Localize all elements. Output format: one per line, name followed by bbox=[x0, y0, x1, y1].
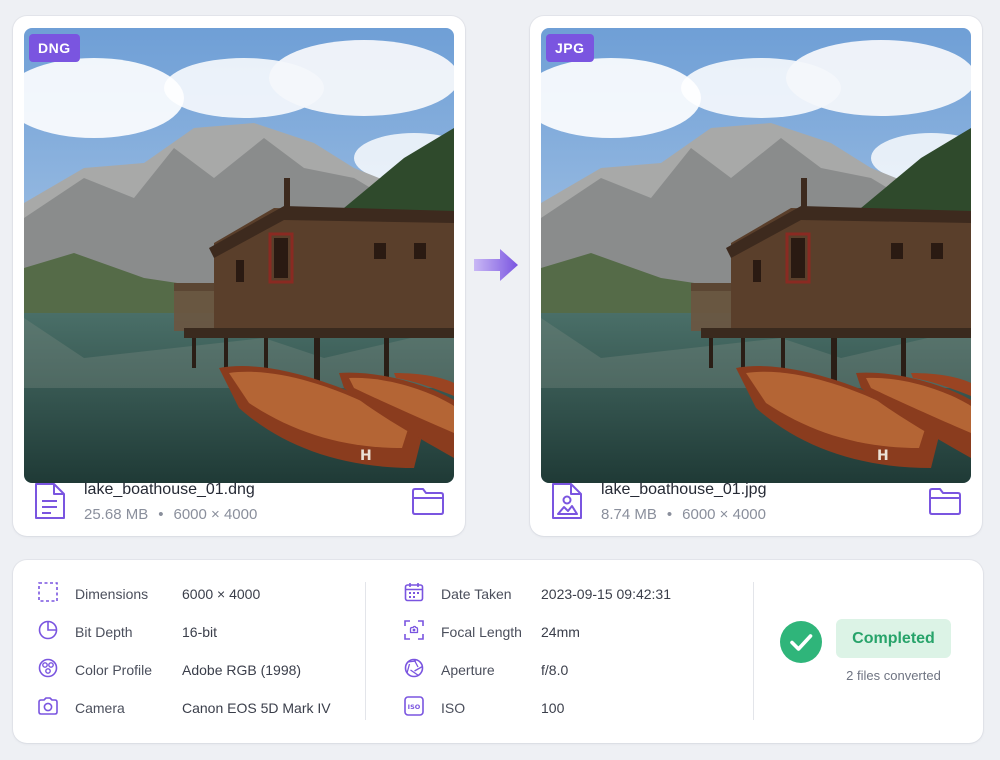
metadata-column-image: Dimensions 6000 × 4000 Bit Depth 16-bit … bbox=[37, 574, 357, 726]
output-image-preview[interactable]: JPG bbox=[541, 28, 971, 483]
metadata-row-iso: ISO ISO 100 bbox=[403, 688, 743, 726]
metadata-label: Camera bbox=[75, 700, 125, 716]
file-meta: lake_boathouse_01.dng 25.68 MB • 6000 × 40… bbox=[33, 479, 445, 535]
metadata-row-date-taken: Date Taken 2023-09-15 09:42:31 bbox=[403, 574, 743, 612]
separator: • bbox=[158, 506, 164, 523]
metadata-label: Dimensions bbox=[75, 586, 149, 602]
metadata-label: Date Taken bbox=[441, 586, 512, 602]
success-check-icon bbox=[780, 621, 822, 663]
folder-icon[interactable] bbox=[928, 487, 962, 515]
metadata-value: 6000 × 4000 bbox=[182, 586, 261, 602]
dimensions-icon bbox=[38, 582, 58, 602]
metadata-label: Color Profile bbox=[75, 662, 153, 678]
iso-icon: ISO bbox=[404, 696, 424, 716]
metadata-row-dimensions: Dimensions 6000 × 4000 bbox=[37, 574, 357, 612]
metadata-value: f/8.0 bbox=[541, 662, 569, 678]
metadata-label: Focal Length bbox=[441, 624, 522, 640]
convert-arrow-icon bbox=[474, 249, 518, 281]
file-size: 25.68 MB bbox=[84, 506, 149, 523]
document-icon bbox=[35, 483, 65, 519]
metadata-column-capture: Date Taken 2023-09-15 09:42:31 Focal Len… bbox=[403, 574, 743, 726]
color-profile-icon bbox=[38, 658, 58, 678]
focal-length-icon bbox=[404, 620, 424, 640]
output-file-card: JPG lake_boathouse_01.jpg 8.74 MB • 6000 ×… bbox=[530, 16, 982, 536]
metadata-value: Adobe RGB (1998) bbox=[182, 662, 302, 678]
metadata-value: 2023-09-15 09:42:31 bbox=[541, 586, 671, 602]
metadata-row-focal-length: Focal Length 24mm bbox=[403, 612, 743, 650]
source-image-preview[interactable]: DNG bbox=[24, 28, 454, 483]
metadata-row-color-profile: Color Profile Adobe RGB (1998) bbox=[37, 650, 357, 688]
file-meta: lake_boathouse_01.jpg 8.74 MB • 6000 × 400… bbox=[550, 479, 962, 535]
separator: • bbox=[666, 506, 673, 523]
metadata-row-camera: Camera Canon EOS 5D Mark IV bbox=[37, 688, 357, 726]
camera-icon bbox=[38, 697, 58, 715]
status-badge: Completed bbox=[836, 619, 951, 658]
metadata-value: 16-bit bbox=[182, 624, 218, 640]
metadata-value: Canon EOS 5D Mark IV bbox=[182, 700, 331, 716]
file-dimensions: 6000 × 4000 bbox=[173, 506, 258, 523]
bit-depth-icon bbox=[38, 620, 58, 640]
calendar-icon bbox=[404, 583, 424, 602]
divider bbox=[753, 582, 754, 720]
status-detail: 2 files converted bbox=[846, 668, 941, 683]
file-details: 25.68 MB • 6000 × 4000 bbox=[84, 506, 257, 523]
file-details: 8.74 MB • 6000 × 4000 bbox=[601, 506, 766, 523]
format-badge: DNG bbox=[29, 34, 80, 62]
metadata-label: Aperture bbox=[441, 662, 495, 678]
source-file-card: DNG lake_boathouse_01.dng 25.68 MB • 6000 … bbox=[13, 16, 465, 536]
metadata-row-bit-depth: Bit Depth 16-bit bbox=[37, 612, 357, 650]
metadata-label: Bit Depth bbox=[75, 624, 133, 640]
file-size: 8.74 MB bbox=[601, 506, 657, 523]
metadata-panel: Dimensions 6000 × 4000 Bit Depth 16-bit … bbox=[13, 560, 983, 743]
metadata-row-aperture: Aperture f/8.0 bbox=[403, 650, 743, 688]
image-file-icon bbox=[552, 483, 582, 519]
divider bbox=[365, 582, 366, 720]
format-badge: JPG bbox=[546, 34, 594, 62]
metadata-value: 24mm bbox=[541, 624, 580, 640]
file-name: lake_boathouse_01.jpg bbox=[601, 481, 767, 498]
svg-text:ISO: ISO bbox=[408, 703, 421, 711]
metadata-label: ISO bbox=[441, 700, 466, 716]
file-dimensions: 6000 × 4000 bbox=[682, 506, 766, 523]
aperture-icon bbox=[404, 658, 424, 678]
folder-icon[interactable] bbox=[411, 487, 445, 515]
file-name: lake_boathouse_01.dng bbox=[84, 481, 255, 498]
metadata-value: 100 bbox=[541, 700, 565, 716]
